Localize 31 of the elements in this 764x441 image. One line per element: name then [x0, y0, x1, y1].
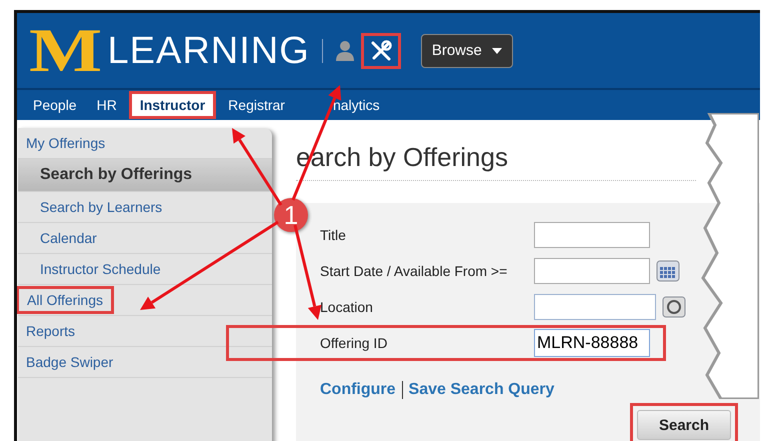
input-field[interactable]: MLRN-88888 — [534, 329, 650, 357]
field-label: Location — [320, 299, 374, 315]
sidebar-item[interactable]: All Offerings — [18, 285, 272, 316]
search-button[interactable]: Search — [637, 410, 731, 440]
sidebar-item[interactable]: Search by Offerings — [18, 159, 272, 192]
browse-dropdown[interactable]: Browse — [420, 34, 513, 68]
lookup-icon[interactable] — [662, 296, 686, 318]
tools-icon[interactable] — [370, 40, 392, 62]
sidebar-item[interactable]: Search by Learners — [18, 192, 272, 223]
sidebar-item[interactable]: Calendar — [18, 223, 272, 254]
sidebar-item[interactable]: Instructor Schedule — [18, 254, 272, 285]
nav-tab[interactable]: Instructor — [128, 91, 216, 119]
logo-mark: M — [29, 22, 102, 78]
input-field[interactable] — [534, 258, 650, 284]
logo-text: LEARNING — [108, 28, 310, 72]
sidebar-item[interactable]: Reports — [18, 316, 272, 347]
nav-tab[interactable]: nalytics — [332, 93, 388, 117]
nav-tab[interactable]: HR — [88, 93, 125, 117]
person-icon — [334, 38, 355, 62]
input-field[interactable] — [534, 294, 656, 320]
caret-icon — [492, 48, 502, 54]
field-label: Offering ID — [320, 335, 388, 351]
nav-tab[interactable]: Registrar — [220, 93, 293, 117]
input-field[interactable] — [534, 222, 650, 248]
calendar-icon[interactable] — [656, 260, 680, 282]
field-label: Title — [320, 227, 347, 243]
link[interactable]: Configure — [320, 381, 396, 399]
sidebar-item[interactable]: Badge Swiper — [18, 347, 272, 378]
link[interactable]: Save Search Query — [408, 381, 554, 399]
field-label: Start Date / Available From >= — [320, 263, 508, 279]
nav-tab[interactable]: People — [25, 93, 85, 117]
